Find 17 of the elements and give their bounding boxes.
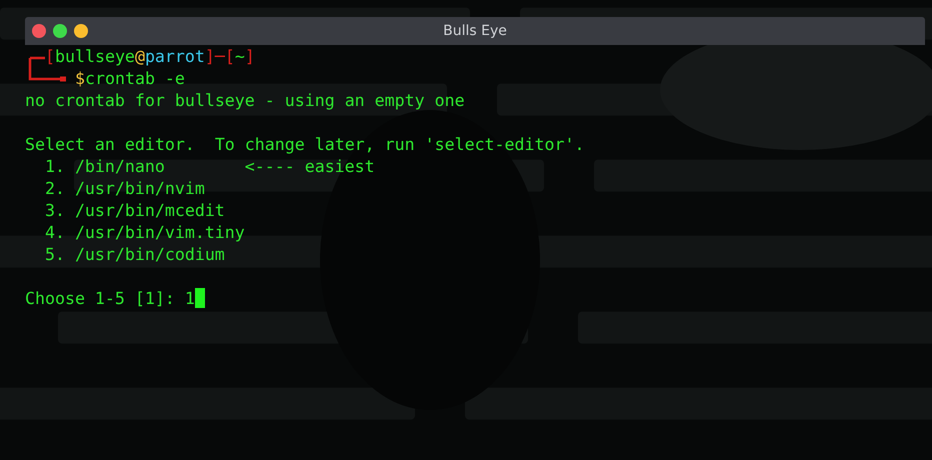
close-icon[interactable] [32, 24, 46, 38]
output-text: Select an editor. To change later, run 'select-editor'. [25, 135, 584, 154]
editor-option: 4. /usr/bin/vim.tiny [44, 222, 245, 244]
editor-option: 1. /bin/nano [44, 156, 245, 178]
editor-option: 3. /usr/bin/mcedit [44, 200, 245, 222]
maximize-icon[interactable] [53, 24, 67, 38]
choice-prompt: Choose 1-5 [1]: [25, 289, 175, 308]
prompt-text: [bullseye@parrot]─[~] [45, 47, 255, 66]
window-title: Bulls Eye [443, 23, 507, 39]
minimize-icon[interactable] [74, 24, 88, 38]
output-text: no crontab for bullseye - using an empty one [25, 91, 465, 110]
command-text: $crontab -e [75, 69, 185, 88]
option-note: <---- easiest [244, 157, 375, 176]
typed-input[interactable]: 1 [184, 289, 195, 308]
cursor [194, 288, 205, 308]
editor-option: 2. /usr/bin/nvim [44, 178, 245, 200]
editor-option: 5. /usr/bin/codium [44, 244, 245, 266]
